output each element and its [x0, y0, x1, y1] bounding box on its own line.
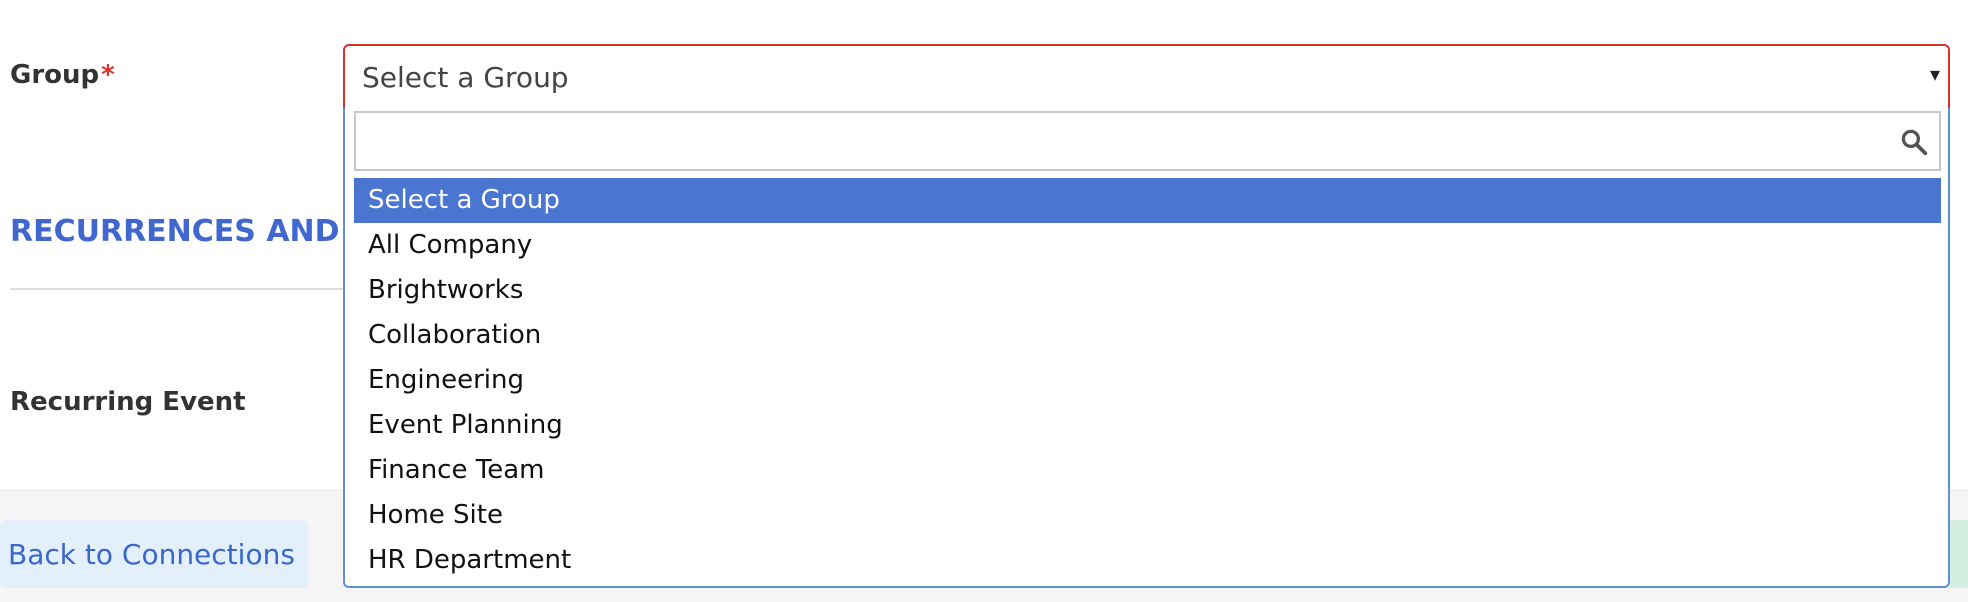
required-marker: * — [101, 60, 115, 90]
group-select[interactable]: Select a Group ▾ — [343, 44, 1950, 110]
group-search-input[interactable] — [354, 111, 1941, 171]
chevron-down-icon: ▾ — [1929, 64, 1940, 86]
group-label-text: Group — [10, 60, 100, 90]
group-option[interactable]: Event Planning — [354, 403, 1941, 448]
group-option[interactable]: Select a Group — [354, 178, 1941, 223]
section-title: RECURRENCES AND R — [10, 214, 374, 249]
group-label: Group* — [10, 60, 115, 90]
group-option[interactable]: Home Site — [354, 493, 1941, 538]
group-option[interactable]: Collaboration — [354, 313, 1941, 358]
group-option[interactable]: All Company — [354, 223, 1941, 268]
divider — [10, 288, 350, 290]
back-to-connections-button[interactable]: Back to Connections — [0, 520, 308, 588]
group-select-value: Select a Group — [362, 61, 569, 94]
group-options-list: Select a Group All Company Brightworks Coll… — [354, 178, 1941, 583]
footer-action-button[interactable] — [1950, 520, 1968, 588]
group-option[interactable]: HR Department — [354, 538, 1941, 583]
group-dropdown: Select a Group All Company Brightworks Coll… — [343, 108, 1950, 588]
group-option[interactable]: Finance Team — [354, 448, 1941, 493]
group-option[interactable]: Brightworks — [354, 268, 1941, 313]
group-option[interactable]: Engineering — [354, 358, 1941, 403]
recurring-event-label: Recurring Event — [10, 387, 246, 417]
search-icon — [1901, 129, 1928, 156]
